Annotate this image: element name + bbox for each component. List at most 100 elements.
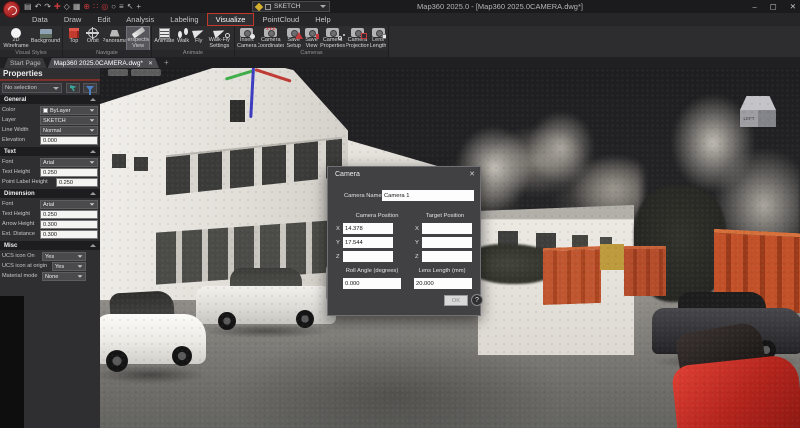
section-header-text[interactable]: Text (0, 147, 100, 156)
color-dropdown[interactable]: ByLayer (40, 106, 98, 115)
chevron-down-icon (89, 109, 95, 112)
camera-coordinates-button[interactable]: XYZ Camera Coordinates (258, 27, 284, 50)
camera-y-input[interactable] (343, 237, 393, 248)
target-y-input[interactable] (422, 237, 472, 248)
camera-icon (305, 28, 320, 40)
menu-tab-labeling[interactable]: Labeling (162, 14, 206, 25)
orbit-button[interactable]: Orbit (84, 27, 102, 50)
ucs-icon-origin-dropdown[interactable]: Yes (52, 262, 86, 271)
line-width-dropdown[interactable]: Normal (40, 126, 98, 135)
camera-projection-button[interactable]: Camera Projection (346, 27, 369, 50)
menu-tab-visualize[interactable]: Visualize (206, 13, 255, 26)
dialog-close-icon[interactable]: ✕ (469, 170, 475, 178)
ext-distance-input[interactable] (40, 230, 98, 239)
tool-icon-points[interactable]: ∷ (93, 2, 98, 11)
collapse-icon (90, 150, 96, 153)
camera-icon (326, 28, 343, 41)
view-cube-left-face[interactable]: LEFT (740, 110, 758, 127)
tab-drawing[interactable]: Map360 2025.0CAMERA.dwg* ✕ (48, 58, 159, 68)
camera-z-input[interactable] (343, 251, 393, 262)
fly-button[interactable]: Fly (192, 27, 206, 50)
panorama-icon (109, 29, 120, 37)
camera-properties-button[interactable]: Camera Properties (320, 27, 345, 50)
property-row: Line Width Normal (2, 126, 98, 135)
ribbon-group-cameras: Insert Camera XYZ Camera Coordinates Sav… (235, 26, 389, 57)
menu-tab-pointcloud[interactable]: PointCloud (254, 14, 307, 25)
target-x-input[interactable] (422, 223, 472, 234)
new-tab-button[interactable]: + (164, 58, 169, 68)
walk-button[interactable]: Walk (176, 27, 191, 50)
save-view-button[interactable]: Save View (304, 27, 320, 50)
insert-camera-button[interactable]: Insert Camera (237, 27, 257, 50)
viewport-overlay-button[interactable] (131, 69, 161, 76)
minimize-button[interactable]: – (752, 1, 756, 12)
dim-text-height-input[interactable] (40, 210, 98, 219)
help-button[interactable]: ? (471, 294, 483, 306)
section-header-general[interactable]: General (0, 95, 100, 104)
tool-icon-plus[interactable]: + (136, 2, 141, 11)
top-view-button[interactable]: Top (65, 27, 83, 50)
dim-font-dropdown[interactable]: Arial (40, 200, 98, 209)
panorama-button[interactable]: Panorama (103, 27, 126, 50)
ucs-icon-on-dropdown[interactable]: Yes (42, 252, 86, 261)
dropdown-value: Arial (43, 201, 55, 208)
perspective-view-button[interactable]: Perspective View (126, 26, 150, 51)
ok-button[interactable]: OK (444, 295, 468, 306)
section-header-dimension[interactable]: Dimension (0, 189, 100, 198)
text-font-dropdown[interactable]: Arial (40, 158, 98, 167)
background-button[interactable]: Background (31, 27, 60, 50)
undo-icon[interactable]: ↶ (35, 2, 42, 11)
tool-icon-circle[interactable]: ○ (111, 2, 116, 11)
target-z-input[interactable] (422, 251, 472, 262)
tool-icon-target[interactable]: ⊕ (83, 2, 90, 11)
view-cube-top-face[interactable] (740, 96, 776, 110)
2d-wireframe-button[interactable]: 2D Wireframe (2, 27, 30, 50)
menu-tab-draw[interactable]: Draw (56, 14, 90, 25)
row-label: Elevation (2, 137, 26, 143)
view-cube[interactable]: LEFT (740, 96, 776, 128)
quick-select-button[interactable] (66, 83, 80, 93)
tool-icon-diamond[interactable]: ◇ (64, 2, 70, 11)
maximize-button[interactable]: ▢ (770, 1, 777, 12)
menu-tab-edit[interactable]: Edit (89, 14, 118, 25)
text-height-input[interactable] (40, 168, 98, 177)
button-label: Camera Properties (320, 37, 345, 50)
property-row: UCS icon at origin Yes (2, 262, 98, 271)
camera-x-input[interactable] (343, 223, 393, 234)
menu-tab-help[interactable]: Help (307, 14, 338, 25)
arrow-height-input[interactable] (40, 220, 98, 229)
layer-dropdown[interactable]: SKETCH (40, 116, 98, 125)
app-logo-icon[interactable] (3, 1, 20, 18)
chevron-down-icon (320, 5, 326, 8)
menu-tab-data[interactable]: Data (24, 14, 56, 25)
menu-tab-analysis[interactable]: Analysis (118, 14, 162, 25)
selection-dropdown[interactable]: No selection (2, 83, 62, 93)
group-label: Navigate (63, 50, 151, 57)
animate-button[interactable]: Animate (154, 27, 175, 50)
tab-start-page[interactable]: Start Page (4, 58, 47, 68)
view-cube-right-face[interactable] (758, 110, 776, 127)
layer-combobox[interactable]: SKETCH (252, 1, 330, 12)
section-header-misc[interactable]: Misc (0, 241, 100, 250)
tool-icon-pointer[interactable]: ↖ (127, 2, 134, 11)
camera-name-input[interactable] (382, 190, 474, 201)
tool-icon-cross[interactable]: ✚ (54, 2, 61, 11)
properties-panel: Properties No selection General Color By… (0, 68, 100, 428)
redo-icon[interactable]: ↷ (44, 2, 51, 11)
tool-icon-circle-dot[interactable]: ◎ (101, 2, 108, 11)
elevation-input[interactable] (40, 136, 98, 145)
viewport-overlay-button[interactable] (108, 69, 128, 76)
walk-fly-settings-button[interactable]: Walk-Fly Settings (207, 27, 232, 50)
save-icon[interactable]: ▤ (24, 2, 32, 11)
close-button[interactable]: ✕ (790, 1, 796, 12)
filter-button[interactable] (83, 83, 97, 95)
tab-close-icon[interactable]: ✕ (148, 60, 153, 67)
material-mode-dropdown[interactable]: None (42, 272, 86, 281)
roll-angle-input[interactable] (343, 278, 401, 289)
lens-length-button[interactable]: Lens Length (370, 27, 386, 50)
lens-length-input[interactable] (414, 278, 472, 289)
point-label-height-input[interactable] (56, 178, 98, 187)
save-setup-button[interactable]: Save Setup (285, 27, 303, 50)
tool-icon-list[interactable]: ≡ (119, 2, 124, 11)
tool-icon-grid[interactable]: ▦ (73, 2, 81, 11)
